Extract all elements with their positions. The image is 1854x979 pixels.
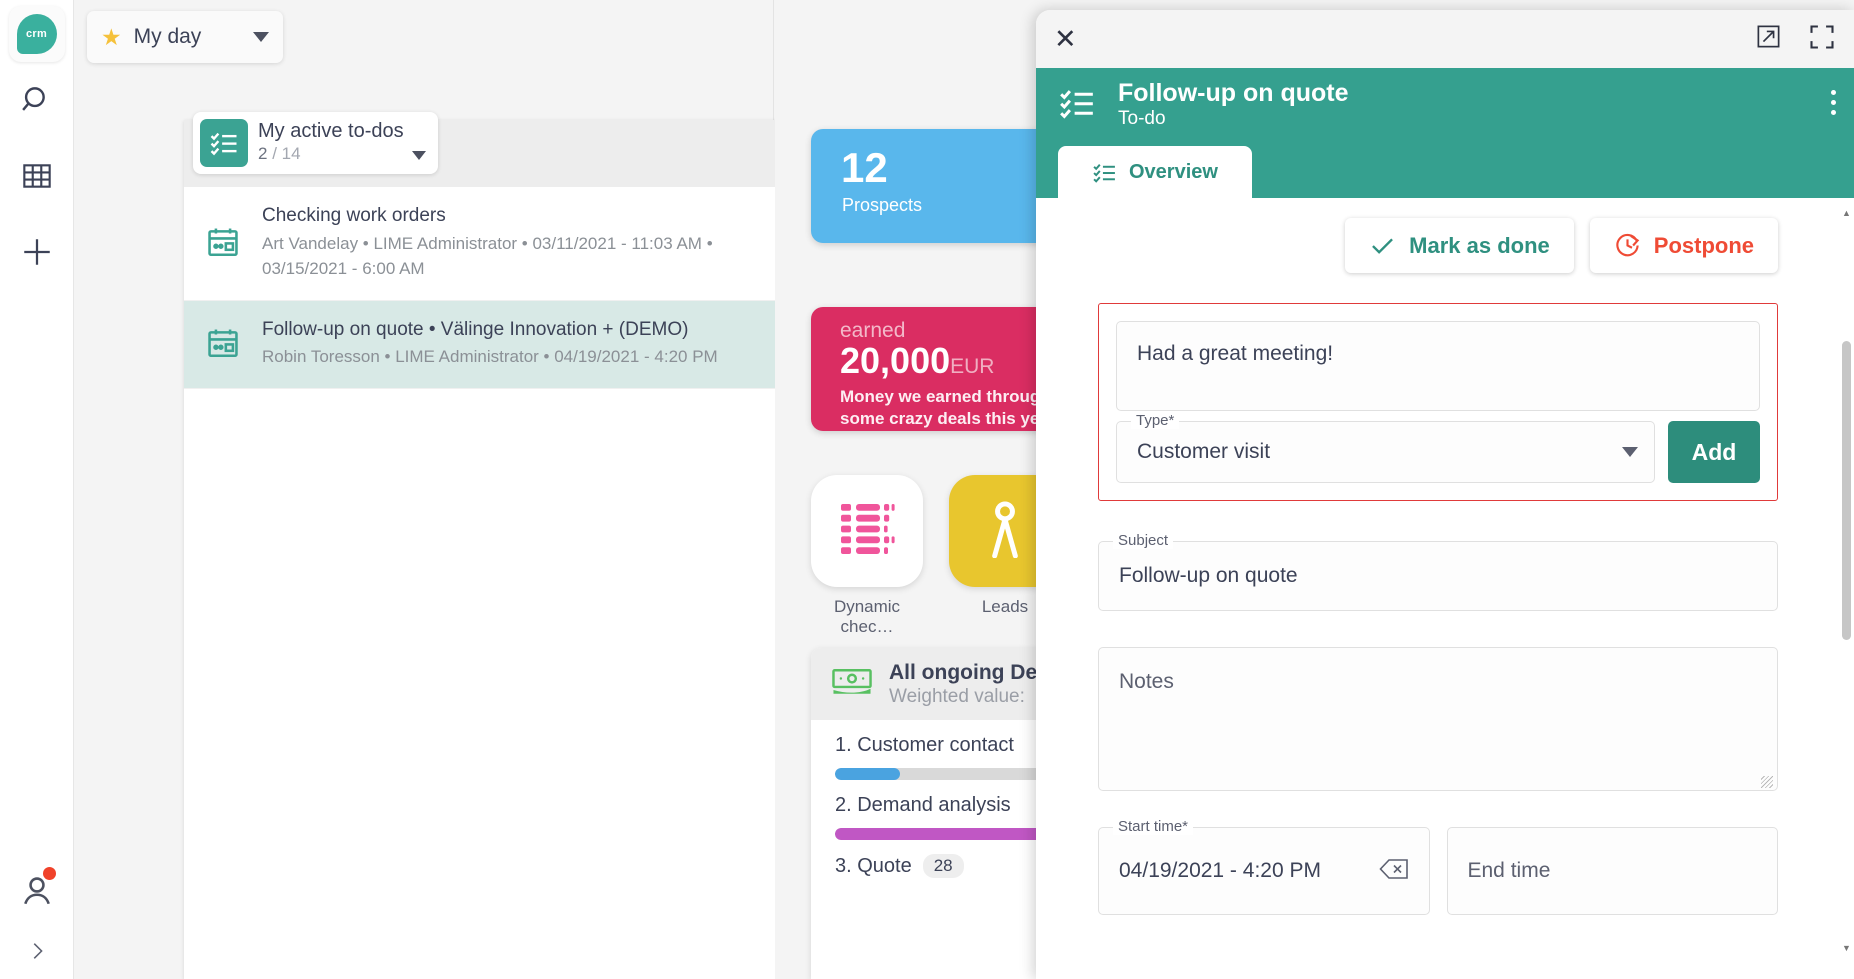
todo-item[interactable]: Follow-up on quote • Välinge Innovation … — [184, 300, 834, 389]
todo-count-total: 14 — [281, 144, 301, 164]
backspace-icon[interactable] — [1378, 857, 1409, 886]
todo-list-count: 2 / 14 — [258, 143, 404, 165]
subject-label: Subject — [1113, 532, 1174, 549]
notes-placeholder: Notes — [1119, 670, 1174, 693]
subject-field[interactable]: Subject Follow-up on quote — [1098, 532, 1778, 611]
notes-field[interactable]: Notes — [1098, 647, 1778, 791]
star-icon: ★ — [101, 23, 122, 50]
tab-overview-label: Overview — [1129, 160, 1218, 183]
start-time-label: Start time* — [1113, 818, 1194, 835]
chevron-down-icon — [411, 151, 426, 160]
scroll-up-arrow[interactable]: ▲ — [1841, 206, 1852, 220]
user-avatar-button[interactable] — [0, 859, 74, 923]
funnel-stage-label: 1. Customer contact — [835, 734, 1014, 756]
kebab-menu-icon[interactable] — [1831, 90, 1836, 120]
todo-count-sep: / — [272, 144, 277, 164]
checklist-icon — [200, 119, 248, 167]
comment-type-value: Customer visit — [1137, 440, 1271, 463]
postpone-button[interactable]: Postpone — [1589, 218, 1778, 273]
end-time-placeholder: End time — [1467, 859, 1551, 882]
leads-icon — [977, 500, 1033, 563]
kpi-earned-value: 20,000 — [840, 340, 951, 382]
dialog-scrollbar[interactable]: ▲ ▼ — [1841, 206, 1852, 955]
plus-icon[interactable] — [0, 214, 74, 290]
add-comment-button[interactable]: Add — [1668, 421, 1760, 483]
funnel-stage-bar-fill — [835, 768, 900, 780]
todo-item-title: Follow-up on quote • Välinge Innovation … — [262, 318, 689, 340]
my-day-selector[interactable]: ★ My day — [87, 11, 283, 63]
my-day-label: My day — [133, 25, 202, 48]
tab-overview[interactable]: Overview — [1058, 146, 1252, 198]
calendar-icon — [184, 317, 262, 370]
checklist-icon — [1092, 160, 1117, 185]
todo-item-meta: Robin Toresson • LIME Administrator • 04… — [262, 347, 718, 367]
todo-detail-dialog: ✕ Follow-up on quote To-do Overview Mark… — [1036, 10, 1854, 979]
chevron-down-icon — [1622, 447, 1638, 457]
crm-logo-icon: crm — [16, 14, 57, 54]
todo-card-header: My active to-dos 2 / 14 — [184, 112, 834, 187]
todo-list-title: My active to-dos — [258, 120, 404, 143]
checklist-icon — [1058, 84, 1096, 127]
check-icon — [1369, 232, 1396, 259]
search-icon[interactable] — [0, 62, 74, 138]
start-time-value: 04/19/2021 - 4:20 PM — [1119, 859, 1321, 882]
todo-item-title: Checking work orders — [262, 205, 446, 226]
dialog-subtitle: To-do — [1118, 107, 1166, 129]
comment-type-row: Type* Customer visit Add — [1116, 412, 1760, 483]
comment-type-label: Type* — [1131, 412, 1180, 429]
mark-as-done-label: Mark as done — [1409, 232, 1550, 258]
scroll-down-arrow[interactable]: ▼ — [1841, 941, 1852, 955]
logo-text: crm — [25, 28, 48, 40]
open-in-new-icon[interactable] — [1755, 23, 1782, 55]
todo-list-selector[interactable]: My active to-dos 2 / 14 — [193, 112, 438, 174]
clock-rotate-icon — [1614, 232, 1641, 259]
dialog-header: Follow-up on quote To-do — [1036, 68, 1854, 142]
todo-count-done: 2 — [258, 144, 268, 164]
scrollbar-thumb[interactable] — [1842, 340, 1851, 641]
dialog-title: Follow-up on quote — [1118, 79, 1349, 108]
todo-item-meta: Art Vandelay • LIME Administrator • 03/1… — [262, 233, 713, 279]
chevron-right-icon[interactable] — [0, 923, 74, 979]
comment-textarea[interactable] — [1116, 321, 1760, 411]
dialog-scroll-area: Mark as done Postpone Had a great meetin… — [1036, 198, 1840, 979]
fullscreen-icon[interactable] — [1808, 23, 1836, 56]
funnel-stage-label: 3. Quote — [835, 854, 912, 877]
grid-icon[interactable] — [0, 138, 74, 214]
dialog-body: Mark as done Postpone Had a great meetin… — [1036, 198, 1854, 979]
funnel-stage-badge: 28 — [922, 854, 964, 878]
dialog-tabs: Overview — [1036, 142, 1854, 198]
add-comment-section: Type* Customer visit Add — [1098, 303, 1778, 501]
tile-surface — [811, 475, 923, 587]
calendar-icon — [184, 203, 262, 282]
kpi-earned-currency: EUR — [950, 355, 995, 379]
resize-handle[interactable] — [1761, 776, 1773, 788]
todo-item[interactable]: Checking work orders Art Vandelay • LIME… — [184, 187, 834, 301]
app-logo[interactable]: crm — [8, 6, 65, 62]
mark-as-done-button[interactable]: Mark as done — [1345, 218, 1574, 273]
chevron-down-icon — [253, 32, 269, 42]
tile-caption: Dynamic chec… — [833, 597, 901, 636]
dialog-topbar: ✕ — [1036, 10, 1854, 68]
start-time-field[interactable]: Start time* 04/19/2021 - 4:20 PM — [1098, 818, 1430, 915]
shortcut-tile-dynamic-checklist[interactable]: Dynamic chec… — [811, 475, 923, 637]
comment-type-select[interactable]: Type* Customer visit — [1116, 412, 1655, 483]
shortcut-tiles: Dynamic chec… Leads — [811, 475, 1061, 637]
close-icon[interactable]: ✕ — [1054, 25, 1077, 53]
end-time-field[interactable]: End time — [1446, 827, 1778, 915]
left-rail: crm — [0, 0, 74, 979]
list-icon — [837, 500, 897, 563]
subject-value: Follow-up on quote — [1119, 564, 1298, 587]
todo-card: My active to-dos 2 / 14 Checking work or… — [184, 112, 834, 979]
todo-column: ★ My day My active to-dos 2 / 14 Checkin… — [74, 0, 834, 979]
funnel-stage-label: 2. Demand analysis — [835, 794, 1011, 816]
money-icon — [831, 667, 873, 702]
time-row: Start time* 04/19/2021 - 4:20 PM End tim… — [1098, 818, 1778, 915]
notification-badge — [42, 867, 56, 880]
dialog-action-row: Mark as done Postpone — [1098, 218, 1778, 273]
postpone-label: Postpone — [1653, 232, 1754, 258]
